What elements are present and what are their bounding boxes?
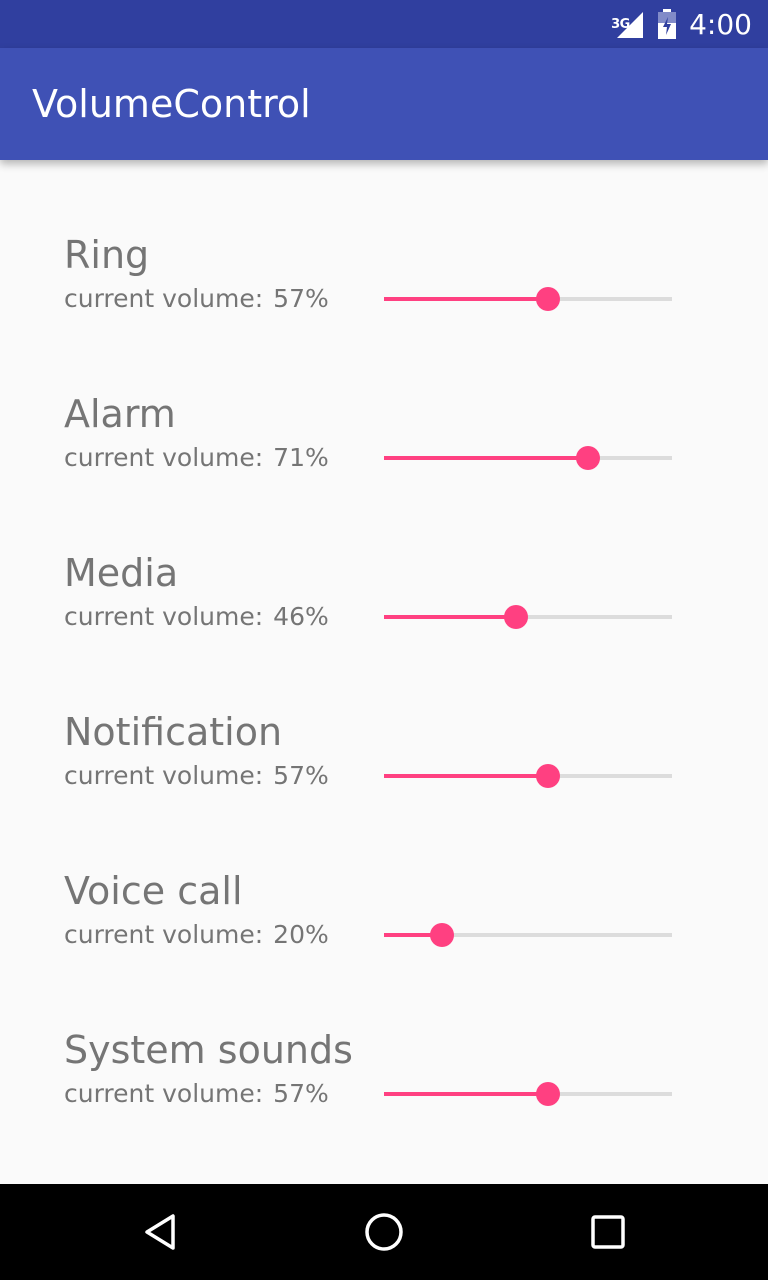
navigation-bar (0, 1184, 768, 1280)
volume-row-caption: current volume: 57% (64, 283, 329, 315)
volume-percent: 71% (273, 443, 329, 472)
slider-fill (384, 774, 549, 778)
slider-fill (384, 297, 549, 301)
app-title: VolumeControl (32, 82, 311, 126)
volume-row-title: Media (64, 551, 179, 595)
caption-label: current volume: (64, 761, 264, 790)
volume-row-caption: current volume: 46% (64, 601, 329, 633)
slider-thumb[interactable] (536, 287, 561, 311)
caption-label: current volume: (64, 920, 264, 949)
slider-fill (384, 456, 589, 460)
volume-percent: 57% (273, 284, 329, 313)
caption-label: current volume: (64, 443, 264, 472)
slider-thumb[interactable] (504, 605, 529, 629)
back-icon[interactable] (136, 1208, 184, 1256)
volume-row-ring: Ring current volume: 57% (64, 232, 704, 342)
slider-thumb[interactable] (536, 764, 561, 788)
status-bar: 3G 4:00 (0, 0, 768, 48)
volume-row-title: System sounds (64, 1028, 353, 1072)
volume-row-media: Media current volume: 46% (64, 550, 704, 660)
volume-row-caption: current volume: 71% (64, 442, 329, 474)
volume-row-caption: current volume: 57% (64, 1078, 329, 1110)
home-icon[interactable] (360, 1208, 408, 1256)
slider-thumb[interactable] (576, 446, 601, 470)
caption-label: current volume: (64, 1079, 264, 1108)
volume-slider-system-sounds[interactable] (384, 1079, 672, 1109)
volume-slider-media[interactable] (384, 602, 672, 632)
volume-row-notification: Notification current volume: 57% (64, 709, 704, 819)
volume-row-voice-call: Voice call current volume: 20% (64, 868, 704, 978)
slider-fill (384, 1092, 549, 1096)
slider-fill (384, 615, 517, 619)
volume-percent: 57% (273, 1079, 329, 1108)
volume-slider-notification[interactable] (384, 761, 672, 791)
volume-list: Ring current volume: 57% Alarm current vo… (0, 160, 768, 1184)
caption-label: current volume: (64, 602, 264, 631)
volume-row-title: Alarm (64, 392, 176, 436)
volume-row-caption: current volume: 57% (64, 760, 329, 792)
volume-row-title: Ring (64, 233, 150, 277)
volume-row-system-sounds: System sounds current volume: 57% (64, 1027, 704, 1137)
app-bar: VolumeControl (0, 48, 768, 160)
slider-thumb[interactable] (536, 1082, 561, 1106)
volume-slider-ring[interactable] (384, 284, 672, 314)
signal-icon: 3G (611, 8, 645, 40)
volume-percent: 46% (273, 602, 329, 631)
status-clock: 4:00 (689, 7, 752, 41)
volume-row-caption: current volume: 20% (64, 919, 329, 951)
battery-icon (657, 9, 677, 39)
volume-percent: 57% (273, 761, 329, 790)
slider-thumb[interactable] (429, 923, 454, 947)
caption-label: current volume: (64, 284, 264, 313)
volume-slider-voice-call[interactable] (384, 920, 672, 950)
status-icons: 3G 4:00 (611, 0, 752, 48)
volume-row-title: Notification (64, 710, 283, 754)
volume-percent: 20% (273, 920, 329, 949)
volume-row-alarm: Alarm current volume: 71% (64, 391, 704, 501)
recents-icon[interactable] (584, 1208, 632, 1256)
volume-row-title: Voice call (64, 869, 243, 913)
volume-slider-alarm[interactable] (384, 443, 672, 473)
